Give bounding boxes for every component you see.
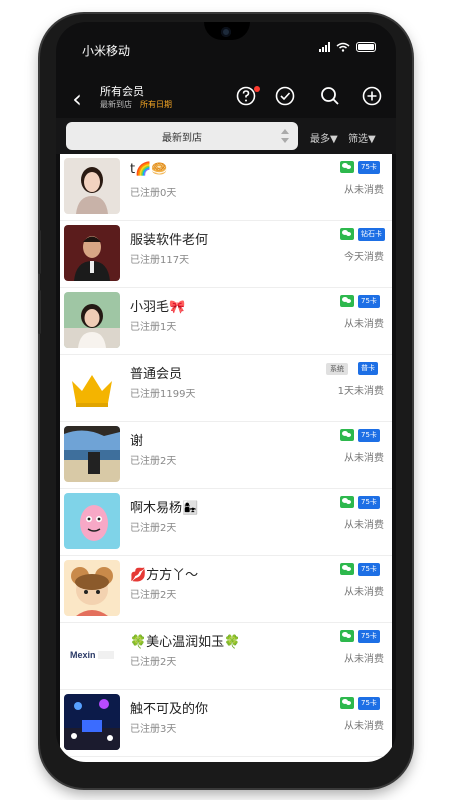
wechat-icon [340,228,354,240]
card-badge: 75卡 [358,697,380,710]
member-name: 触不可及的你 [130,702,209,717]
member-name: 谢 [130,434,144,449]
registered-days: 已注册2天 [130,456,177,467]
sort-label: 最新到店 [162,133,202,144]
member-name: t🌈🥯 [130,162,168,177]
power-button [38,290,41,334]
avatar [64,158,120,214]
member-row[interactable]: t🌈🥯 已注册0天 75卡 从未消费 [60,154,392,221]
filter-bar: 最新到店 最多▼ 筛选▼ [56,118,396,154]
add-icon[interactable] [362,86,382,106]
logo-text: Mexin [70,650,96,660]
sort-select[interactable]: 最新到店 [66,122,298,150]
registered-days: 已注册1天 [130,322,177,333]
mexin-logo: Mexin [64,627,120,683]
filter-dropdown[interactable]: 筛选▼ [348,130,376,145]
registered-days: 已注册2天 [130,590,177,601]
member-row[interactable]: 小羽毛🎀 已注册1天 75卡 从未消费 [60,288,392,355]
card-badge: 75卡 [358,496,380,509]
consumption-status: 今天消费 [344,252,384,263]
wechat-icon [340,630,354,642]
page-title: 所有会员 [100,85,144,98]
member-name: 🍀美心温润如玉🍀 [130,635,241,650]
member-row[interactable]: 服装软件老何 已注册117天 钻石卡 今天消费 [60,221,392,288]
registered-days: 已注册1199天 [130,389,196,400]
wechat-icon [340,429,354,441]
card-badge: 普卡 [358,362,378,375]
avatar [64,493,120,549]
member-name: 服装软件老何 [130,233,209,248]
notification-dot [254,86,260,92]
wechat-icon [340,563,354,575]
member-name: 小羽毛🎀 [130,300,186,315]
card-badge: 75卡 [358,161,380,174]
avatar [64,225,120,281]
screen: 小米移动 ‹ 所有会员 最新到店 所有日期 最新到店 最多▼ 筛选▼ t🌈🥯 已… [56,22,396,762]
check-circle-icon[interactable] [275,86,295,106]
wifi-icon [336,42,350,52]
card-badge: 75卡 [358,429,380,442]
member-name: 💋方方丫～ [130,568,199,583]
member-list: t🌈🥯 已注册0天 75卡 从未消费 服装软件老何 已注册117天 钻石卡 今天 [60,154,392,762]
subtitle-filter: 所有日期 [140,100,172,109]
wechat-icon [340,496,354,508]
avatar [64,426,120,482]
system-badge: 系统 [326,363,348,375]
signal-icon [319,42,330,52]
registered-days: 已注册2天 [130,657,177,668]
consumption-status: 从未消费 [344,721,384,732]
sort-arrows-icon [281,129,289,143]
member-row[interactable]: 触不可及的你 已注册3天 75卡 从未消费 [60,690,392,757]
battery-icon [356,42,376,52]
member-row[interactable]: 普通会员 已注册1199天 系统 普卡 1天未消费 [60,355,392,422]
card-badge: 75卡 [358,295,380,308]
registered-days: 已注册2天 [130,523,177,534]
registered-days: 已注册3天 [130,724,177,735]
back-icon[interactable]: ‹ [64,84,90,114]
volume-button [38,230,41,274]
consumption-status: 从未消费 [344,453,384,464]
status-bar: 小米移动 [56,22,396,62]
crown-avatar-icon [64,359,120,415]
help-icon[interactable] [236,86,256,106]
card-badge: 75卡 [358,630,380,643]
consumption-status: 从未消费 [344,587,384,598]
subtitle-sort: 最新到店 [100,100,132,109]
more-dropdown[interactable]: 最多▼ [310,130,338,145]
wechat-icon [340,697,354,709]
avatar [64,694,120,750]
avatar [64,560,120,616]
card-badge: 75卡 [358,563,380,576]
search-icon[interactable] [320,86,340,106]
registered-days: 已注册117天 [130,255,190,266]
consumption-status: 从未消费 [344,654,384,665]
member-name: 普通会员 [130,367,183,382]
status-icons [319,42,376,52]
member-row[interactable]: 💋方方丫～ 已注册2天 75卡 从未消费 [60,556,392,623]
wechat-icon [340,295,354,307]
consumption-status: 从未消费 [344,185,384,196]
avatar [64,292,120,348]
member-row[interactable]: 谢 已注册2天 75卡 从未消费 [60,422,392,489]
member-row[interactable]: Mexin 🍀美心温润如玉🍀 已注册2天 75卡 从未消费 [60,623,392,690]
card-badge: 钻石卡 [358,228,385,241]
carrier-label: 小米移动 [82,44,131,58]
consumption-status: 1天未消费 [337,386,384,397]
consumption-status: 从未消费 [344,319,384,330]
wechat-icon [340,161,354,173]
member-name: 啊木易杨👩‍👧 [130,501,199,516]
registered-days: 已注册0天 [130,188,177,199]
member-row[interactable]: 啊木易杨👩‍👧 已注册2天 75卡 从未消费 [60,489,392,556]
consumption-status: 从未消费 [344,520,384,531]
